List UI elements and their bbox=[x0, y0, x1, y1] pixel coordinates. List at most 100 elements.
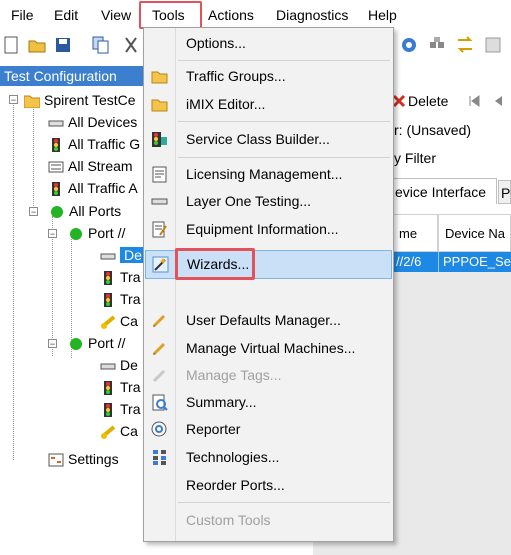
tree-label: Ca bbox=[120, 423, 138, 439]
menu-item-label: User Defaults Manager... bbox=[186, 312, 341, 328]
tree-label: Port // bbox=[88, 335, 126, 351]
pencil-icon bbox=[152, 369, 166, 383]
tree-item-device-2[interactable]: De bbox=[100, 354, 138, 376]
tools-highlight-box bbox=[139, 1, 202, 29]
tree-item-capture-2[interactable]: Ca bbox=[100, 420, 138, 442]
delete-icon[interactable] bbox=[392, 94, 406, 108]
menu-view[interactable]: View bbox=[101, 7, 131, 23]
traffic-light-icon bbox=[104, 403, 112, 418]
tab-device-interface[interactable]: evice Interface bbox=[392, 178, 497, 204]
menu-item-manage-virtual-machines[interactable]: Manage Virtual Machines... bbox=[145, 335, 392, 362]
cut-icon[interactable] bbox=[122, 36, 140, 54]
open-folder-icon[interactable] bbox=[28, 36, 46, 54]
menu-item-label: Traffic Groups... bbox=[186, 68, 286, 84]
new-file-icon[interactable] bbox=[2, 36, 20, 54]
menu-item-summary[interactable]: Summary... bbox=[145, 389, 392, 416]
menu-item-label: Equipment Information... bbox=[186, 221, 339, 237]
tree-item-device-1[interactable]: De bbox=[100, 244, 146, 266]
tools-menu: Options... Traffic Groups... iMIX Editor… bbox=[143, 27, 394, 542]
grid-cell-device[interactable]: PPPOE_Ser bbox=[438, 252, 511, 272]
licensing-icon bbox=[152, 166, 167, 183]
tree-item-settings[interactable]: Settings bbox=[48, 448, 119, 470]
capture-icon bbox=[100, 315, 116, 330]
filter-label[interactable]: y Filter bbox=[394, 150, 436, 166]
tree-item-traffic-3[interactable]: Tra bbox=[100, 376, 140, 398]
saved-state-label: r: (Unsaved) bbox=[394, 122, 472, 138]
tree-label: Tra bbox=[120, 379, 141, 395]
menu-item-label: Manage Tags... bbox=[186, 367, 282, 383]
modules-icon[interactable] bbox=[428, 36, 446, 54]
menu-item-label: Reporter bbox=[186, 421, 241, 437]
traffic-light-icon bbox=[104, 381, 112, 396]
tree-item-all-traffic-groups[interactable]: All Traffic G bbox=[48, 133, 140, 155]
menu-item-label: iMIX Editor... bbox=[186, 96, 266, 112]
tree-label: All Devices bbox=[68, 114, 138, 130]
menu-item-label: Custom Tools bbox=[186, 512, 271, 528]
delete-button[interactable]: Delete bbox=[408, 93, 448, 109]
tree-label: All Traffic G bbox=[68, 136, 141, 152]
folder-icon bbox=[24, 95, 40, 109]
menu-item-reorder-ports[interactable]: Reorder Ports... bbox=[145, 472, 392, 499]
service-class-icon bbox=[152, 132, 167, 147]
tab-p[interactable]: P bbox=[498, 180, 511, 204]
copy-icon[interactable] bbox=[92, 36, 110, 54]
pencil-icon bbox=[152, 342, 166, 356]
tree-label: De bbox=[120, 357, 138, 373]
menu-item-traffic-groups[interactable]: Traffic Groups... bbox=[145, 63, 392, 90]
menu-actions[interactable]: Actions bbox=[208, 7, 254, 23]
menu-item-service-class-builder[interactable]: Service Class Builder... bbox=[145, 126, 392, 153]
menu-item-layer-one-testing[interactable]: Layer One Testing... bbox=[145, 188, 392, 215]
menu-bar: File Edit View Tools Actions Diagnostics… bbox=[0, 0, 511, 30]
menu-item-label: Reorder Ports... bbox=[186, 477, 285, 493]
menu-item-label: Technologies... bbox=[186, 449, 280, 465]
menu-item-technologies[interactable]: Technologies... bbox=[145, 444, 392, 471]
tree-item-traffic-4[interactable]: Tra bbox=[100, 398, 140, 420]
menu-item-label: Manage Virtual Machines... bbox=[186, 340, 356, 356]
menu-item-label: Service Class Builder... bbox=[186, 131, 330, 147]
tree-label: All Ports bbox=[69, 203, 122, 219]
tree-item-all-stream[interactable]: All Stream bbox=[48, 155, 133, 177]
grid-cell-port[interactable]: //2/6 bbox=[392, 252, 438, 272]
menu-diagnostics[interactable]: Diagnostics bbox=[276, 7, 348, 23]
menu-item-label: Options... bbox=[186, 35, 246, 51]
transfer-icon[interactable] bbox=[456, 36, 474, 54]
first-page-icon[interactable] bbox=[468, 95, 480, 107]
tree-label: Settings bbox=[68, 451, 119, 467]
tree-item-all-devices[interactable]: All Devices bbox=[48, 111, 137, 133]
tree-label: Tra bbox=[120, 269, 141, 285]
tree-label: Tra bbox=[120, 401, 141, 417]
menu-item-imix-editor[interactable]: iMIX Editor... bbox=[145, 91, 392, 118]
traffic-light-icon bbox=[104, 271, 112, 286]
tree-item-traffic-1[interactable]: Tra bbox=[100, 266, 140, 288]
grid-icon[interactable] bbox=[484, 36, 502, 54]
column-header-name[interactable]: me bbox=[392, 214, 438, 252]
traffic-light-icon bbox=[52, 138, 60, 153]
traffic-light-icon bbox=[52, 182, 60, 197]
tree-item-all-traffic-analyzers[interactable]: All Traffic A bbox=[48, 177, 138, 199]
column-header-device-name[interactable]: Device Na bbox=[438, 214, 511, 252]
menu-help[interactable]: Help bbox=[368, 7, 397, 23]
tree-item-capture-1[interactable]: Ca bbox=[100, 310, 138, 332]
tree-label: Ca bbox=[120, 313, 138, 329]
previous-icon[interactable] bbox=[492, 95, 504, 107]
menu-item-options[interactable]: Options... bbox=[145, 30, 392, 57]
tree-item-traffic-2[interactable]: Tra bbox=[100, 288, 140, 310]
menu-item-reporter[interactable]: Reporter bbox=[145, 416, 392, 443]
device-icon bbox=[48, 120, 64, 127]
menu-item-label: Summary... bbox=[186, 394, 257, 410]
menu-item-label: Licensing Management... bbox=[186, 166, 343, 182]
menu-item-user-defaults-manager[interactable]: User Defaults Manager... bbox=[145, 307, 392, 334]
network-icon[interactable] bbox=[400, 36, 418, 54]
traffic-light-icon bbox=[104, 293, 112, 308]
stream-icon bbox=[48, 161, 64, 173]
menu-item-equipment-information[interactable]: Equipment Information... bbox=[145, 216, 392, 243]
menu-item-licensing-management[interactable]: Licensing Management... bbox=[145, 161, 392, 188]
reporter-icon bbox=[151, 421, 167, 437]
menu-file[interactable]: File bbox=[11, 7, 34, 23]
save-icon[interactable] bbox=[54, 36, 72, 54]
menu-item-manage-tags: Manage Tags... bbox=[145, 362, 392, 389]
summary-icon bbox=[152, 394, 168, 411]
menu-edit[interactable]: Edit bbox=[54, 7, 78, 23]
wizards-highlight-box bbox=[175, 248, 255, 280]
device-icon bbox=[100, 363, 116, 370]
